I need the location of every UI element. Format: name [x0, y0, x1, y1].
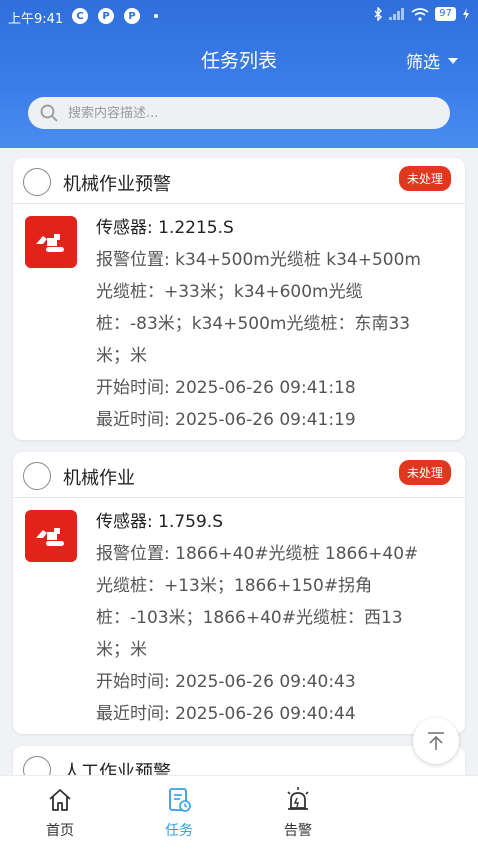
battery-icon: 97	[435, 7, 456, 21]
location-text: 报警位置: k34+500m光缆桩 k34+500m	[96, 250, 421, 270]
select-checkbox[interactable]	[23, 756, 51, 775]
status-bar: 上午9:41 C P P 97	[0, 0, 478, 32]
task-title: 人工作业预警	[63, 762, 171, 775]
more-notifications-icon	[154, 14, 158, 18]
location-text: 光缆桩：+33米；k34+600m光缆	[96, 282, 363, 302]
task-list[interactable]: 机械作业预警 未处理 传感器: 1.2215.S 报警位置: k34+500m光…	[0, 148, 478, 775]
status-badge: 未处理	[398, 460, 451, 485]
location-text: 桩：-83米；k34+500m光缆桩：东南33	[96, 314, 411, 334]
home-icon	[49, 789, 71, 811]
arrow-up-icon	[428, 732, 444, 750]
location-text: 光缆桩：+13米；1866+150#拐角	[96, 576, 373, 596]
nav-alarm[interactable]: 告警	[258, 784, 338, 840]
start-time: 开始时间: 2025-06-26 09:40:43	[96, 672, 356, 692]
status-app-icons: C P P	[72, 8, 158, 24]
nav-home-label: 首页	[46, 823, 74, 839]
sensor-text: 传感器: 1.759.S	[96, 512, 223, 532]
header-bar: 上午9:41 C P P 97 任务列表 筛选	[0, 0, 478, 148]
search-icon	[40, 104, 58, 122]
task-title: 机械作业预警	[63, 174, 171, 195]
location-text: 米；米	[96, 346, 147, 366]
notification-app-icon: C	[72, 8, 88, 24]
scroll-to-top-button[interactable]	[413, 718, 459, 764]
filter-label: 筛选	[406, 53, 440, 73]
alarm-icon	[287, 787, 309, 810]
sensor-text: 传感器: 1.2215.S	[96, 218, 234, 238]
nav-home[interactable]: 首页	[20, 784, 100, 840]
filter-button[interactable]: 筛选	[406, 48, 458, 73]
bottom-navigation: 首页 任务 告警	[0, 775, 478, 850]
task-card[interactable]: 人工作业预警	[13, 746, 465, 775]
location-text: 桩：-103米；1866+40#光缆桩：西13	[96, 608, 403, 628]
excavator-icon	[25, 216, 77, 268]
task-title: 机械作业	[63, 468, 135, 489]
bluetooth-icon	[374, 7, 383, 21]
nav-alarm-label: 告警	[284, 823, 312, 839]
nav-tasks[interactable]: 任务	[139, 784, 219, 840]
search-bar[interactable]	[28, 97, 450, 129]
excavator-icon	[25, 510, 77, 562]
nav-tasks-label: 任务	[165, 823, 193, 839]
notification-app-icon: P	[98, 8, 114, 24]
task-card[interactable]: 机械作业 未处理 传感器: 1.759.S 报警位置: 1866+40#光缆桩 …	[13, 452, 465, 734]
task-list-icon	[169, 788, 191, 812]
location-text: 报警位置: 1866+40#光缆桩 1866+40#	[96, 544, 419, 564]
task-card[interactable]: 机械作业预警 未处理 传感器: 1.2215.S 报警位置: k34+500m光…	[13, 158, 465, 440]
task-card-header: 机械作业 未处理	[13, 452, 465, 498]
location-text: 米；米	[96, 640, 147, 660]
status-badge: 未处理	[398, 166, 451, 191]
task-card-header: 机械作业预警 未处理	[13, 158, 465, 204]
search-input[interactable]	[68, 105, 408, 121]
status-indicators: 97	[373, 7, 470, 21]
recent-time: 最近时间: 2025-06-26 09:40:44	[96, 704, 356, 724]
start-time: 开始时间: 2025-06-26 09:41:18	[96, 378, 356, 398]
task-card-header: 人工作业预警	[13, 746, 465, 775]
task-card-body: 传感器: 1.2215.S 报警位置: k34+500m光缆桩 k34+500m…	[13, 204, 465, 440]
notification-app-icon: P	[124, 8, 140, 24]
charging-icon	[463, 8, 469, 20]
signal-icon	[389, 8, 405, 20]
task-card-body: 传感器: 1.759.S 报警位置: 1866+40#光缆桩 1866+40# …	[13, 498, 465, 734]
recent-time: 最近时间: 2025-06-26 09:41:19	[96, 410, 356, 430]
select-checkbox[interactable]	[23, 168, 51, 196]
select-checkbox[interactable]	[23, 462, 51, 490]
status-time: 上午9:41	[8, 12, 64, 27]
wifi-icon	[411, 7, 429, 21]
chevron-down-icon	[448, 57, 458, 64]
